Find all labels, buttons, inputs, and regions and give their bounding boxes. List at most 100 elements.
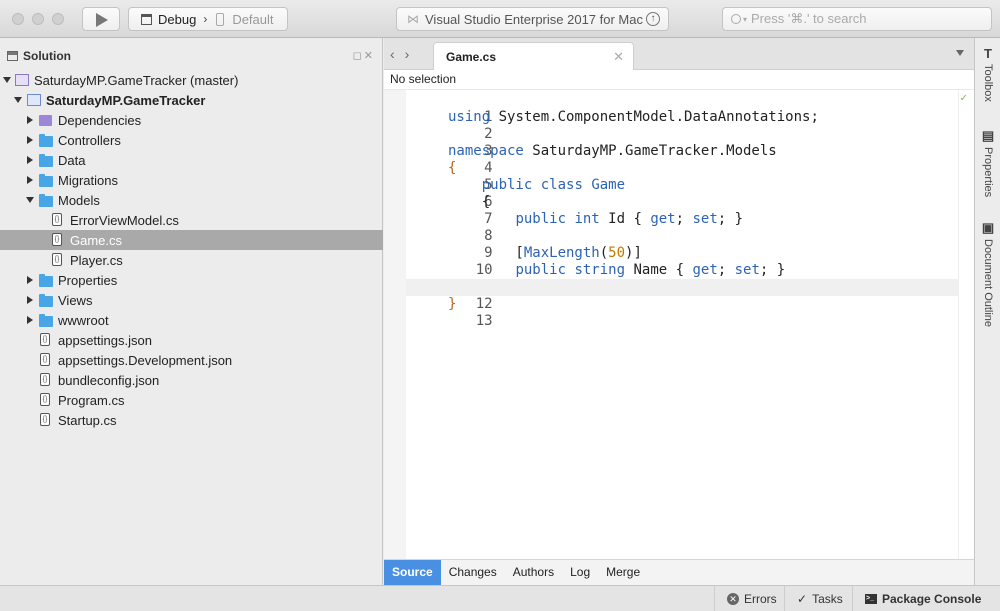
- collapse-arrow-icon[interactable]: [27, 296, 33, 304]
- tree-item-appsettings[interactable]: {} appsettings.json: [0, 330, 383, 350]
- minimize-window-button[interactable]: [32, 13, 44, 25]
- tree-item-controllers[interactable]: Controllers: [0, 130, 383, 150]
- solution-pad-title: Solution: [23, 48, 71, 63]
- code-line: 9 [MaxLength(50)]: [448, 245, 642, 261]
- tree-item-label: Properties: [58, 272, 118, 288]
- status-text: Visual Studio Enterprise 2017 for Mac: [425, 11, 643, 27]
- errors-button[interactable]: ✕ Errors: [714, 586, 784, 611]
- dock-label: Toolbox: [982, 64, 994, 102]
- tree-item-startup[interactable]: {} Startup.cs: [0, 410, 383, 430]
- expand-arrow-icon[interactable]: [3, 77, 11, 83]
- code-line: 11 }: [406, 262, 958, 295]
- collapse-arrow-icon[interactable]: [27, 276, 33, 284]
- collapse-arrow-icon[interactable]: [27, 136, 33, 144]
- expand-arrow-icon[interactable]: [14, 97, 22, 103]
- tab-merge[interactable]: Merge: [598, 560, 648, 585]
- errors-label: Errors: [744, 591, 777, 606]
- update-arrow-icon[interactable]: ↑: [646, 12, 660, 26]
- code-line: 5 public class Game: [406, 160, 958, 193]
- code-line-current: 12}: [406, 279, 958, 312]
- tab-source[interactable]: Source: [384, 560, 441, 585]
- tree-item-wwwroot[interactable]: wwwroot: [0, 310, 383, 330]
- tree-item-label: Program.cs: [58, 392, 125, 408]
- error-icon: ✕: [727, 592, 739, 605]
- folder-icon: [39, 274, 53, 287]
- code-area[interactable]: 1 using System.ComponentModel.DataAnnotat…: [406, 90, 958, 560]
- zoom-window-button[interactable]: [52, 13, 64, 25]
- tree-item-bundleconfig[interactable]: {} bundleconfig.json: [0, 370, 383, 390]
- search-icon: [731, 14, 741, 24]
- close-window-button[interactable]: [12, 13, 24, 25]
- editor-tab-bar: ‹› Game.cs ✕: [384, 38, 974, 70]
- folder-icon: [39, 174, 53, 187]
- code-line: 7 public int Id { get; set; }: [406, 194, 958, 227]
- tree-item-models[interactable]: Models: [0, 190, 383, 210]
- forward-arrow-icon[interactable]: ›: [405, 46, 420, 62]
- toolbar: Debug › Default ⋈ Visual Studio Enterpri…: [0, 0, 1000, 38]
- collapse-arrow-icon[interactable]: [27, 176, 33, 184]
- collapse-arrow-icon[interactable]: [27, 316, 33, 324]
- package-console-button[interactable]: >_ Package Console: [852, 586, 1000, 611]
- tab-game-cs[interactable]: Game.cs ✕: [433, 42, 634, 70]
- tree-item-solution[interactable]: SaturdayMP.GameTracker (master): [0, 70, 383, 90]
- collapse-arrow-icon[interactable]: [27, 156, 33, 164]
- status-bar: ✕ Errors ✓ Tasks >_ Package Console: [0, 585, 1000, 611]
- vertical-scrollbar[interactable]: [958, 90, 972, 560]
- tree-item-label: Startup.cs: [58, 412, 117, 428]
- folder-icon: [39, 314, 53, 327]
- tab-authors[interactable]: Authors: [505, 560, 562, 585]
- tab-changes[interactable]: Changes: [441, 560, 505, 585]
- dock-properties[interactable]: ▤ Properties: [975, 128, 1000, 197]
- dock-document-outline[interactable]: ▣ Document Outline: [975, 220, 1000, 327]
- properties-icon: ▤: [981, 128, 995, 143]
- json-file-icon: {}: [40, 333, 50, 346]
- tab-log[interactable]: Log: [562, 560, 598, 585]
- json-file-icon: {}: [40, 373, 50, 386]
- tree-item-errorviewmodel[interactable]: {} ErrorViewModel.cs: [0, 210, 383, 230]
- solution-pad-header: Solution ◻✕: [0, 38, 382, 73]
- tree-item-appsettings-development[interactable]: {} appsettings.Development.json: [0, 350, 383, 370]
- pad-window-controls[interactable]: ◻✕: [353, 49, 375, 62]
- solution-pad: Solution ◻✕ SaturdayMP.GameTracker (mast…: [0, 38, 383, 585]
- expand-arrow-icon[interactable]: [26, 197, 34, 203]
- tree-item-player[interactable]: {} Player.cs: [0, 250, 383, 270]
- tree-item-label: Migrations: [58, 172, 118, 188]
- tree-item-project[interactable]: SaturdayMP.GameTracker: [0, 90, 383, 110]
- close-tab-icon[interactable]: ✕: [613, 49, 624, 65]
- tree-item-properties[interactable]: Properties: [0, 270, 383, 290]
- tree-item-views[interactable]: Views: [0, 290, 383, 310]
- solution-icon: [15, 74, 29, 86]
- play-icon: [96, 13, 108, 27]
- dock-toolbox[interactable]: T Toolbox: [975, 46, 1000, 102]
- tree-item-label: ErrorViewModel.cs: [70, 212, 179, 228]
- code-line: 1 using System.ComponentModel.DataAnnotat…: [448, 109, 819, 125]
- json-file-icon: {}: [40, 353, 50, 366]
- run-button[interactable]: [82, 7, 120, 31]
- tree-item-label: Data: [58, 152, 86, 168]
- code-line: 6 {: [448, 194, 493, 210]
- tree-item-game[interactable]: {} Game.cs: [0, 230, 383, 250]
- code-line: 4{: [448, 160, 493, 176]
- configuration-selector[interactable]: Debug › Default: [128, 7, 288, 31]
- chevron-down-icon[interactable]: [956, 50, 964, 56]
- document-outline-icon: ▣: [981, 220, 995, 235]
- package-console-label: Package Console: [882, 591, 982, 606]
- terminal-icon: >_: [865, 593, 877, 604]
- tree-item-dependencies[interactable]: Dependencies: [0, 110, 383, 130]
- solution-pad-icon: [7, 50, 18, 61]
- tree-item-migrations[interactable]: Migrations: [0, 170, 383, 190]
- folder-icon: [39, 154, 53, 167]
- tasks-button[interactable]: ✓ Tasks: [784, 586, 852, 611]
- editor-gutter: [384, 90, 406, 560]
- search-input[interactable]: ▾ Press '⌘.' to search: [722, 7, 992, 31]
- window-icon: [141, 13, 152, 25]
- path-bar[interactable]: No selection: [384, 70, 974, 90]
- tree-item-label: Views: [58, 292, 93, 308]
- collapse-arrow-icon[interactable]: [27, 116, 33, 124]
- back-arrow-icon[interactable]: ‹: [390, 46, 405, 62]
- navigation-arrows[interactable]: ‹›: [390, 46, 419, 62]
- tree-item-data[interactable]: Data: [0, 150, 383, 170]
- search-placeholder: Press '⌘.' to search: [751, 11, 867, 26]
- device-icon: [216, 12, 225, 26]
- tree-item-program[interactable]: {} Program.cs: [0, 390, 383, 410]
